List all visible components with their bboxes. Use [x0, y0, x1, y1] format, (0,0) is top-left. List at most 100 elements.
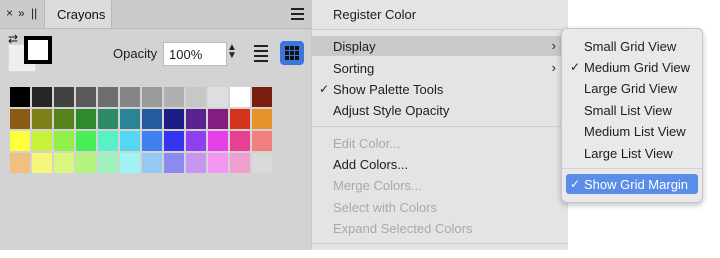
color-swatch[interactable]	[120, 87, 140, 107]
opacity-label: Opacity	[113, 46, 158, 61]
color-swatch[interactable]	[230, 87, 250, 107]
grid-view-icon[interactable]	[280, 41, 304, 65]
color-swatch[interactable]	[98, 153, 118, 173]
color-swatch[interactable]	[54, 131, 74, 151]
submenu-medium-grid-view[interactable]: ✓ Medium Grid View	[566, 57, 698, 77]
menu-item-label: Expand Selected Colors	[333, 221, 473, 236]
color-swatch[interactable]	[164, 153, 184, 173]
menu-item-label: Edit Color...	[333, 136, 401, 151]
menu-separator	[312, 243, 568, 244]
color-swatch[interactable]	[10, 109, 30, 129]
checkmark-icon: ✓	[319, 82, 330, 96]
color-swatch[interactable]	[54, 109, 74, 129]
expand-icon[interactable]: »	[18, 6, 25, 20]
color-swatch[interactable]	[10, 131, 30, 151]
color-swatch[interactable]	[10, 87, 30, 107]
color-swatch[interactable]	[32, 109, 52, 129]
menu-select-with-colors: Select with Colors	[312, 197, 568, 217]
color-swatch[interactable]	[208, 153, 228, 173]
close-icon[interactable]: ×	[6, 6, 13, 20]
color-swatch[interactable]	[252, 131, 272, 151]
menu-adjust-style-opacity[interactable]: Adjust Style Opacity	[312, 100, 568, 120]
color-swatch[interactable]	[76, 131, 96, 151]
menu-item-label: Medium List View	[584, 124, 686, 139]
color-swatch[interactable]	[252, 109, 272, 129]
submenu-small-grid-view[interactable]: Small Grid View	[566, 36, 698, 56]
checkmark-icon: ✓	[570, 60, 581, 74]
submenu-show-grid-margin[interactable]: ✓ Show Grid Margin	[566, 174, 698, 194]
color-swatch[interactable]	[98, 109, 118, 129]
color-swatch[interactable]	[208, 109, 228, 129]
color-swatch[interactable]	[76, 153, 96, 173]
color-swatch[interactable]	[76, 109, 96, 129]
menu-register-color[interactable]: Register Color	[312, 4, 568, 24]
color-swatch[interactable]	[142, 109, 162, 129]
color-swatch[interactable]	[142, 131, 162, 151]
menu-sorting[interactable]: Sorting ›	[312, 58, 568, 78]
color-swatch[interactable]	[54, 87, 74, 107]
color-swatch[interactable]	[186, 131, 206, 151]
color-swatch[interactable]	[32, 131, 52, 151]
menu-add-colors[interactable]: Add Colors...	[312, 154, 568, 174]
color-swatch[interactable]	[230, 109, 250, 129]
menu-item-label: Register Color	[333, 7, 417, 22]
panel-tab-bar: × » || Crayons	[0, 0, 312, 29]
menu-separator	[312, 126, 568, 127]
stroke-color-well[interactable]	[24, 36, 52, 64]
color-swatch[interactable]	[230, 131, 250, 151]
color-swatch[interactable]	[120, 109, 140, 129]
crayons-panel: × » || Crayons ⇄ Opacity 100% ▲ ▼	[0, 0, 312, 250]
color-swatch[interactable]	[76, 87, 96, 107]
color-swatch[interactable]	[252, 153, 272, 173]
menu-item-label: Select with Colors	[333, 200, 438, 215]
color-swatch[interactable]	[208, 87, 228, 107]
submenu-large-list-view[interactable]: Large List View	[566, 143, 698, 163]
menu-item-label: Large List View	[584, 146, 673, 161]
color-swatch[interactable]	[230, 153, 250, 173]
color-swatch[interactable]	[208, 131, 228, 151]
color-swatch[interactable]	[120, 153, 140, 173]
color-swatch[interactable]	[10, 153, 30, 173]
menu-separator	[562, 168, 702, 169]
color-swatch[interactable]	[164, 109, 184, 129]
color-swatch[interactable]	[142, 153, 162, 173]
grip-icon[interactable]: ||	[31, 6, 37, 20]
color-swatch[interactable]	[252, 87, 272, 107]
color-swatch[interactable]	[98, 87, 118, 107]
menu-item-label: Small List View	[584, 103, 672, 118]
menu-item-label: Large Grid View	[584, 81, 677, 96]
color-swatch[interactable]	[32, 153, 52, 173]
color-swatch[interactable]	[54, 153, 74, 173]
menu-item-label: Medium Grid View	[584, 60, 690, 75]
menu-edit-color: Edit Color...	[312, 133, 568, 153]
color-swatch[interactable]	[186, 153, 206, 173]
display-submenu: Small Grid View ✓ Medium Grid View Large …	[561, 28, 703, 203]
stepper-icon[interactable]: ▲ ▼	[227, 43, 237, 61]
menu-item-label: Show Grid Margin	[584, 177, 689, 192]
menu-item-label: Display	[333, 39, 376, 54]
color-swatch[interactable]	[142, 87, 162, 107]
color-swatch[interactable]	[164, 131, 184, 151]
menu-display[interactable]: Display ›	[312, 36, 568, 56]
color-swatch[interactable]	[32, 87, 52, 107]
submenu-small-list-view[interactable]: Small List View	[566, 100, 698, 120]
menu-separator	[312, 29, 568, 30]
menu-show-palette-tools[interactable]: ✓ Show Palette Tools	[312, 79, 568, 99]
submenu-large-grid-view[interactable]: Large Grid View	[566, 78, 698, 98]
hamburger-icon[interactable]	[291, 8, 304, 20]
chevron-right-icon: ›	[551, 60, 556, 75]
menu-item-label: Show Palette Tools	[333, 82, 444, 97]
submenu-medium-list-view[interactable]: Medium List View	[566, 121, 698, 141]
opacity-field[interactable]: 100%	[163, 42, 227, 66]
tab-label: Crayons	[57, 7, 106, 22]
list-view-icon[interactable]	[252, 42, 270, 64]
color-swatch[interactable]	[186, 87, 206, 107]
checkmark-icon: ✓	[570, 177, 581, 191]
color-swatch[interactable]	[186, 109, 206, 129]
color-swatch[interactable]	[164, 87, 184, 107]
menu-merge-colors: Merge Colors...	[312, 175, 568, 195]
tab-crayons[interactable]: Crayons	[44, 0, 112, 28]
color-swatch[interactable]	[120, 131, 140, 151]
menu-item-label: Adjust Style Opacity	[333, 103, 450, 118]
color-swatch[interactable]	[98, 131, 118, 151]
